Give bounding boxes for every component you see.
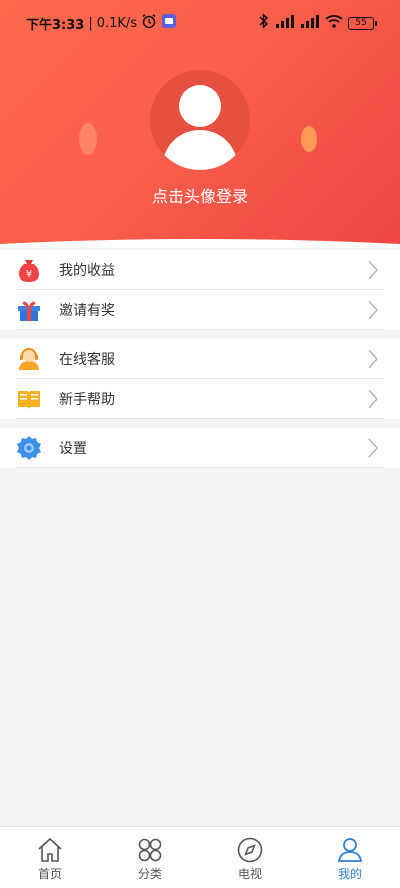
nav-label: 首页 <box>37 867 62 881</box>
chevron-right-icon <box>368 438 379 458</box>
nav-tab-category[interactable]: 分类 <box>100 827 200 888</box>
menu-item-invite-rewards[interactable]: 邀请有奖 <box>16 290 384 330</box>
signal-2-icon <box>300 14 320 32</box>
nav-label: 分类 <box>137 867 162 881</box>
status-time: 下午3:33 <box>26 17 85 33</box>
header-curve-divider <box>0 239 400 248</box>
nav-tab-mine[interactable]: 我的 <box>300 827 400 888</box>
app-notification-icon <box>161 13 177 33</box>
menu-label: 在线客服 <box>59 351 115 368</box>
battery-icon: 55 <box>348 16 377 30</box>
decor-left-bubble <box>79 123 97 155</box>
menu-label: 新手帮助 <box>59 391 115 408</box>
login-prompt[interactable]: 点击头像登录 <box>0 183 400 207</box>
status-bar: 下午3:33 | 0.1K/s 55 <box>0 0 400 42</box>
customer-service-icon <box>16 346 42 372</box>
nav-tab-home[interactable]: 首页 <box>0 827 100 888</box>
menu-group-settings: 设置 <box>0 428 400 468</box>
svg-text:¥: ¥ <box>26 269 32 280</box>
menu-label: 设置 <box>59 440 87 457</box>
settings-gear-icon <box>16 435 42 461</box>
alarm-icon <box>141 13 157 33</box>
menu-label: 邀请有奖 <box>59 302 115 319</box>
menu-item-beginner-help[interactable]: 新手帮助 <box>16 379 384 419</box>
menu-label: 我的收益 <box>59 262 115 279</box>
menu-item-settings[interactable]: 设置 <box>16 428 384 468</box>
money-bag-icon: ¥ <box>16 257 42 283</box>
default-avatar-icon <box>162 85 238 170</box>
help-book-icon <box>16 386 42 412</box>
user-icon <box>337 838 363 862</box>
menu-item-online-service[interactable]: 在线客服 <box>16 339 384 379</box>
bluetooth-icon <box>258 13 270 33</box>
chevron-right-icon <box>368 300 379 320</box>
gift-icon <box>16 297 42 323</box>
avatar-login-button[interactable] <box>150 70 250 170</box>
signal-1-icon <box>275 14 295 32</box>
nav-tab-tv[interactable]: 电视 <box>200 827 300 888</box>
chevron-right-icon <box>368 349 379 369</box>
menu-group-support: 在线客服 新手帮助 <box>0 339 400 419</box>
compass-icon <box>237 837 263 863</box>
wifi-icon <box>325 14 343 32</box>
profile-header: 下午3:33 | 0.1K/s 55 点击头像登录 <box>0 0 400 248</box>
status-separator: | <box>88 15 93 31</box>
menu-item-my-earnings[interactable]: ¥ 我的收益 <box>16 250 384 290</box>
chevron-right-icon <box>368 260 379 280</box>
status-network-speed: 0.1K/s <box>96 15 138 31</box>
menu-group-earnings: ¥ 我的收益 邀请有奖 <box>0 250 400 330</box>
chevron-right-icon <box>368 389 379 409</box>
category-icon <box>138 838 162 862</box>
nav-label: 我的 <box>337 867 362 881</box>
bottom-navigation: 首页 分类 电视 我的 <box>0 826 400 888</box>
nav-label: 电视 <box>237 867 262 881</box>
home-icon <box>38 837 62 862</box>
decor-right-bubble <box>301 126 317 152</box>
